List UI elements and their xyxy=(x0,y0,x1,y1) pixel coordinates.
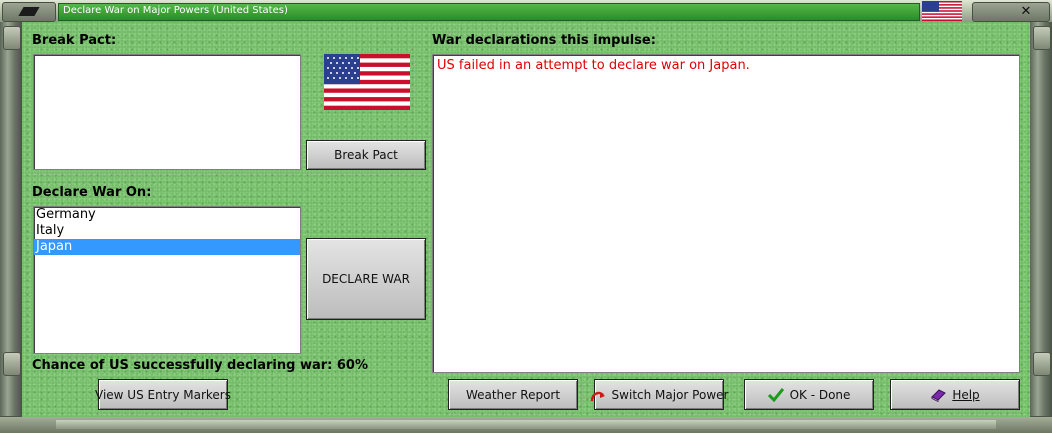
war-declarations-log[interactable]: US failed in an attempt to declare war o… xyxy=(432,54,1020,373)
ok-done-label: OK - Done xyxy=(789,387,851,402)
frame-knob xyxy=(1033,352,1051,376)
weather-report-button[interactable]: Weather Report xyxy=(448,379,578,410)
title-strip: Declare War on Major Powers (United Stat… xyxy=(58,3,920,21)
frame-knob xyxy=(1033,26,1051,50)
frame-knob xyxy=(3,352,21,376)
left-frame xyxy=(0,22,22,417)
menu-icon xyxy=(18,7,40,16)
break-pact-list[interactable] xyxy=(33,54,301,170)
green-checkmark-icon xyxy=(767,387,784,402)
close-icon: ✕ xyxy=(1020,4,1032,19)
list-item[interactable]: Germany xyxy=(34,207,300,223)
us-flag-icon xyxy=(922,1,962,21)
declare-war-list[interactable]: Germany Italy Japan xyxy=(33,206,301,354)
declaration-message: US failed in an attempt to declare war o… xyxy=(437,58,750,73)
declare-war-label: Declare War On: xyxy=(32,185,152,200)
chance-text: Chance of US successfully declaring war:… xyxy=(32,358,368,373)
bottom-strip xyxy=(56,420,996,429)
list-item[interactable]: Japan xyxy=(34,239,300,255)
declare-war-button[interactable]: DECLARE WAR xyxy=(306,238,426,320)
help-label: Help xyxy=(952,387,980,402)
frame-knob xyxy=(3,26,21,50)
window-title: Declare War on Major Powers (United Stat… xyxy=(63,5,288,16)
break-pact-button[interactable]: Break Pact xyxy=(306,140,426,170)
window-menu-button[interactable] xyxy=(2,2,56,22)
war-declarations-label: War declarations this impulse: xyxy=(432,33,656,48)
right-frame xyxy=(1030,22,1052,417)
view-entry-markers-button[interactable]: View US Entry Markers xyxy=(95,379,231,410)
content-panel: Break Pact: Break Pact Declare War On: G… xyxy=(22,22,1030,417)
close-button[interactable]: ✕ xyxy=(972,2,1050,22)
bottom-frame xyxy=(0,416,1052,433)
ok-done-button[interactable]: OK - Done xyxy=(744,379,874,410)
help-button[interactable]: Help xyxy=(890,379,1020,410)
switch-major-power-button[interactable]: Switch Major Power xyxy=(590,379,728,410)
title-bar[interactable]: Declare War on Major Powers (United Stat… xyxy=(0,0,1052,23)
purple-book-icon xyxy=(930,388,947,402)
break-pact-label: Break Pact: xyxy=(32,33,117,48)
red-arrow-icon xyxy=(590,388,606,402)
us-flag-icon xyxy=(324,54,410,110)
switch-major-power-label: Switch Major Power xyxy=(611,387,729,402)
list-item[interactable]: Italy xyxy=(34,223,300,239)
dialog-window: Declare War on Major Powers (United Stat… xyxy=(0,0,1052,433)
